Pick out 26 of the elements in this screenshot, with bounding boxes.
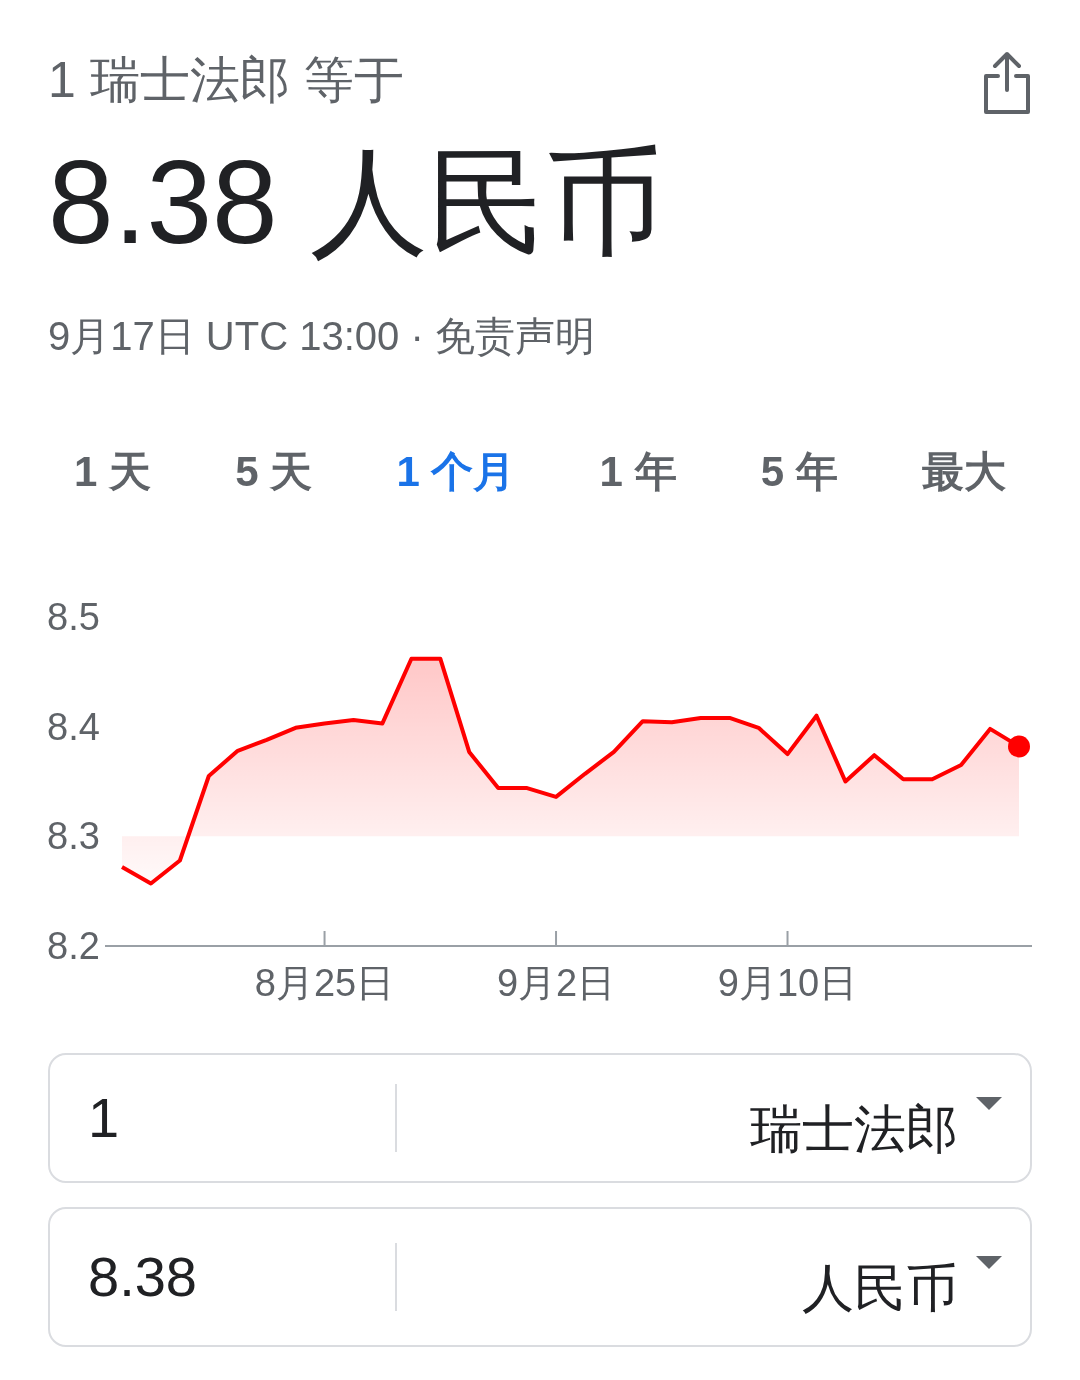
share-icon[interactable]	[982, 50, 1032, 116]
x-tick-label: 9月10日	[717, 961, 858, 1004]
x-tick-label: 9月2日	[496, 961, 616, 1004]
current-point-marker	[1008, 735, 1030, 758]
range-tab[interactable]: 最大	[915, 435, 1012, 507]
range-tab[interactable]: 1 天	[68, 435, 158, 507]
caret-icon	[976, 1255, 1002, 1270]
disclaimer-link[interactable]: 免责声明	[434, 313, 595, 358]
timestamp: 9月17日 UTC 13:00	[48, 313, 400, 358]
currency-dropdown[interactable]: 瑞士法郎	[750, 1067, 1030, 1168]
separator-dot: ·	[410, 313, 424, 358]
range-tab[interactable]: 5 年	[754, 435, 844, 507]
caret-icon	[976, 1096, 1002, 1111]
y-tick-label: 8.5	[47, 595, 100, 638]
x-tick-label: 8月25日	[254, 961, 395, 1004]
conversion-caption: 1 瑞士法郎 等于	[48, 51, 404, 110]
range-tab[interactable]: 5 天	[229, 435, 319, 507]
y-tick-label: 8.4	[47, 705, 100, 748]
amount-input[interactable]: 1	[50, 1075, 395, 1160]
amount-input[interactable]: 8.38	[50, 1234, 395, 1319]
y-tick-label: 8.3	[47, 815, 100, 858]
range-tab[interactable]: 1 年	[593, 435, 683, 507]
y-tick-label: 8.2	[47, 924, 100, 967]
range-tab[interactable]: 1 个月	[390, 435, 522, 507]
currency-dropdown[interactable]: 人民币	[802, 1226, 1030, 1327]
conversion-result: 8.38 人民币	[48, 138, 666, 268]
